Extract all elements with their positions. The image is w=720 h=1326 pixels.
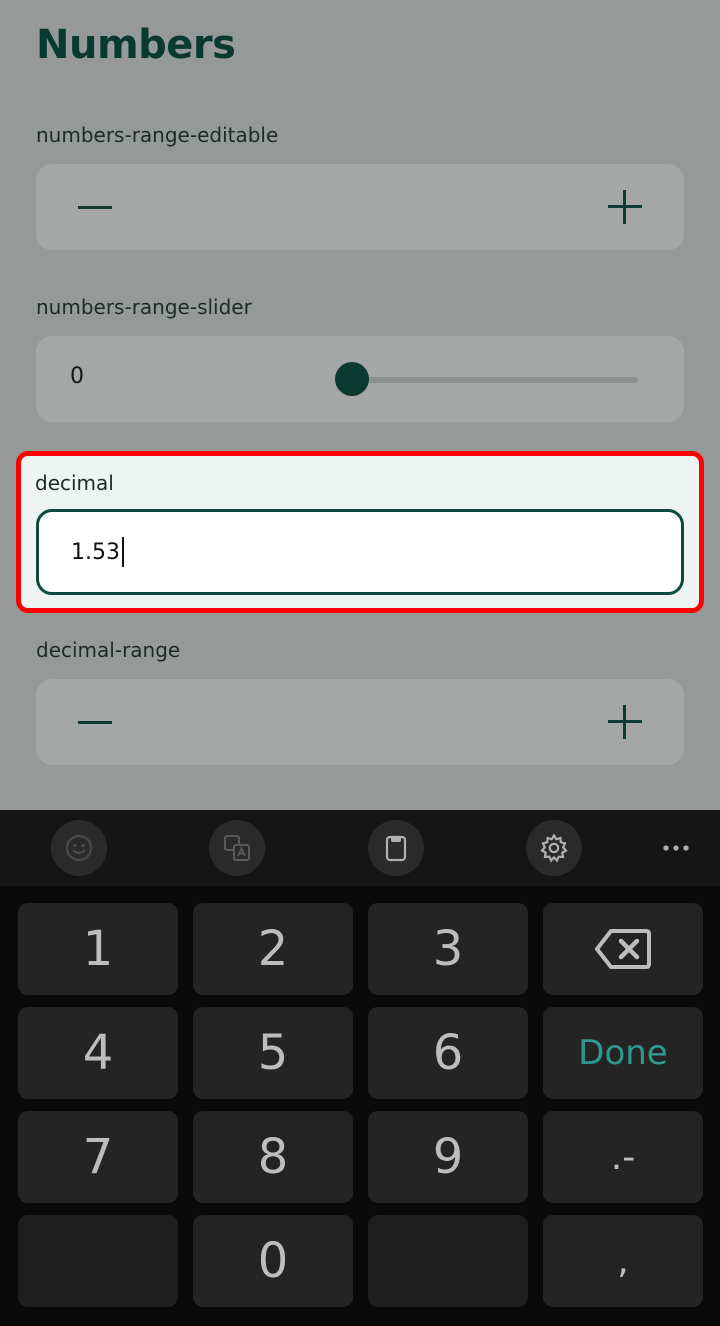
key-4[interactable]: 4: [18, 1007, 178, 1099]
keyboard-toolbar: [0, 810, 720, 886]
done-key[interactable]: Done: [543, 1007, 703, 1099]
clipboard-icon: [385, 835, 407, 862]
key-dot-minus[interactable]: .-: [543, 1111, 703, 1203]
plus-icon: [608, 190, 642, 224]
key-2[interactable]: 2: [193, 903, 353, 995]
more-icon: [663, 845, 689, 851]
slider-track[interactable]: [352, 377, 638, 383]
key-7[interactable]: 7: [18, 1111, 178, 1203]
decimal-increment-button[interactable]: [582, 679, 668, 765]
range-slider-label: numbers-range-slider: [36, 295, 252, 319]
key-8[interactable]: 8: [193, 1111, 353, 1203]
decimal-decrement-button[interactable]: [52, 679, 138, 765]
key-backspace[interactable]: [543, 903, 703, 995]
key-0[interactable]: 0: [193, 1215, 353, 1307]
settings-button[interactable]: [526, 820, 582, 876]
key-1[interactable]: 1: [18, 903, 178, 995]
gear-icon: [540, 833, 568, 863]
key-3[interactable]: 3: [368, 903, 528, 995]
smiley-icon: [65, 834, 93, 862]
key-blank-right: [368, 1215, 528, 1307]
decimal-input[interactable]: 1.53: [36, 509, 684, 595]
range-editable-label: numbers-range-editable: [36, 123, 279, 147]
range-editable-stepper: [36, 164, 684, 250]
translate-icon: [224, 835, 250, 861]
slider-value: 0: [70, 364, 84, 389]
plus-icon: [608, 705, 642, 739]
increment-button[interactable]: [582, 164, 668, 250]
minus-icon: [78, 205, 112, 209]
text-caret: [121, 537, 124, 567]
decimal-input-value: 1.53: [71, 539, 120, 565]
clipboard-button[interactable]: [368, 820, 424, 876]
slider-thumb[interactable]: [335, 362, 369, 396]
numbers-page: Numbers numbers-range-editable numbers-r…: [0, 0, 720, 810]
decimal-label: decimal: [35, 471, 114, 495]
range-slider-container: 0: [36, 336, 684, 422]
page-title: Numbers: [36, 22, 236, 68]
decimal-range-label: decimal-range: [36, 638, 181, 662]
key-comma[interactable]: ,: [543, 1215, 703, 1307]
emoji-button[interactable]: [51, 820, 107, 876]
key-5[interactable]: 5: [193, 1007, 353, 1099]
decimal-field-card: decimal 1.53: [16, 451, 704, 613]
numeric-keyboard: 1 2 3 4 5 6 Done 7 8 9 .- 0 ,: [0, 810, 720, 1326]
key-6[interactable]: 6: [368, 1007, 528, 1099]
translate-button[interactable]: [209, 820, 265, 876]
decimal-range-stepper: [36, 679, 684, 765]
decrement-button[interactable]: [52, 164, 138, 250]
minus-icon: [78, 720, 112, 724]
key-9[interactable]: 9: [368, 1111, 528, 1203]
more-options-button[interactable]: [652, 830, 700, 866]
backspace-icon: [595, 929, 651, 969]
key-blank-left: [18, 1215, 178, 1307]
